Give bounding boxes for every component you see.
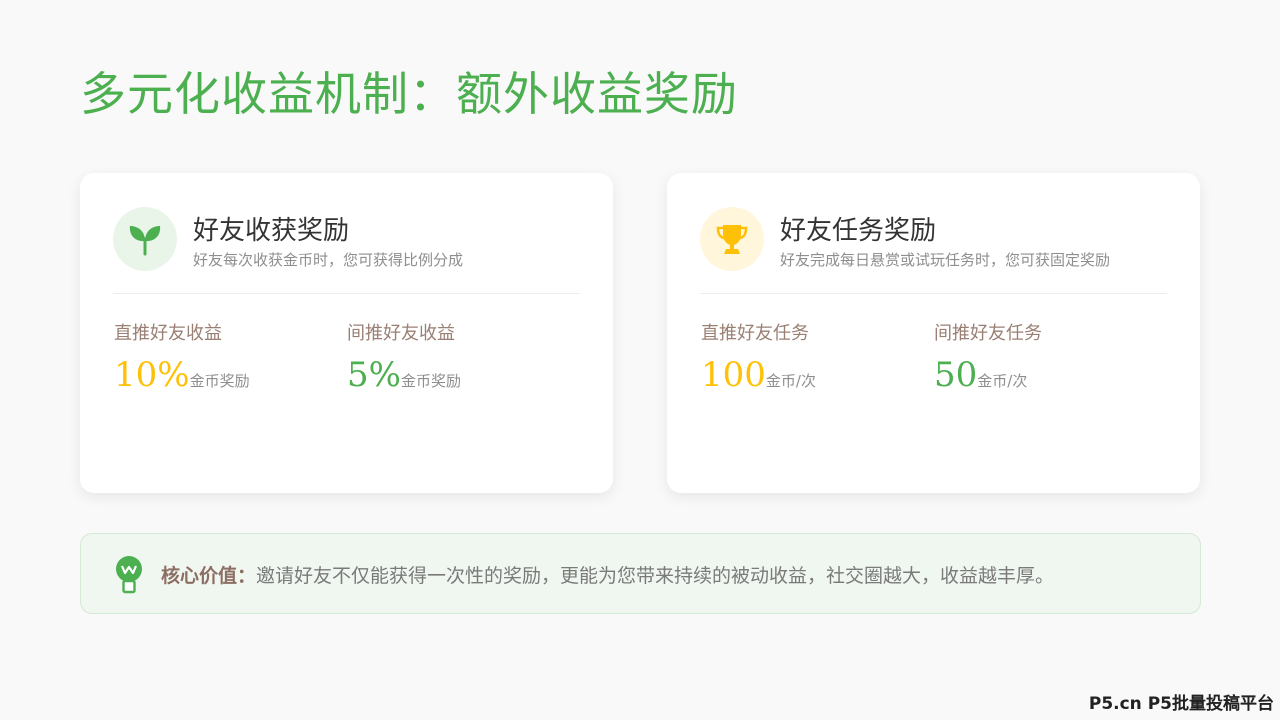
card-title: 好友收获奖励 (193, 216, 350, 246)
friend-task-reward-card: 好友任务奖励 好友完成每日悬赏或试玩任务时，您可获固定奖励 直推好友任务 100… (667, 173, 1200, 493)
direct-friend-task-stat: 直推好友任务 100金币/次 (701, 319, 816, 395)
stat-value: 5% (347, 355, 401, 395)
watermark: P5.cn P5批量投稿平台 (1088, 694, 1274, 714)
indirect-friend-task-stat: 间推好友任务 50金币/次 (934, 319, 1042, 395)
stat-unit: 金币奖励 (189, 372, 250, 390)
card-description: 好友每次收获金币时，您可获得比例分成 (193, 251, 464, 269)
card-description: 好友完成每日悬赏或试玩任务时，您可获固定奖励 (780, 251, 1111, 269)
stat-value: 50 (934, 355, 978, 395)
stat-value: 100 (701, 355, 766, 395)
core-value-banner: 核心价值：邀请好友不仅能获得一次性的奖励，更能为您带来持续的被动收益，社交圈越大… (80, 533, 1201, 614)
card-title: 好友任务奖励 (780, 216, 937, 246)
divider (700, 293, 1167, 294)
sprout-icon (113, 207, 177, 271)
core-value-text: 邀请好友不仅能获得一次性的奖励，更能为您带来持续的被动收益，社交圈越大，收益越丰… (256, 565, 1055, 587)
stat-label: 间推好友任务 (934, 323, 1042, 344)
stat-value: 10% (114, 355, 190, 395)
trophy-icon (700, 207, 764, 271)
stat-unit: 金币奖励 (400, 372, 461, 390)
direct-friend-income-stat: 直推好友收益 10%金币奖励 (114, 319, 250, 395)
lightbulb-icon (114, 555, 144, 599)
page-title: 多元化收益机制：额外收益奖励 (80, 67, 738, 121)
stat-unit: 金币/次 (977, 372, 1028, 390)
core-value-label: 核心价值： (161, 565, 257, 587)
indirect-friend-income-stat: 间推好友收益 5%金币奖励 (347, 319, 461, 395)
divider (113, 293, 580, 294)
stat-label: 直推好友收益 (114, 323, 222, 344)
stat-unit: 金币/次 (765, 372, 816, 390)
stat-label: 间推好友收益 (347, 323, 455, 344)
friend-harvest-reward-card: 好友收获奖励 好友每次收获金币时，您可获得比例分成 直推好友收益 10%金币奖励… (80, 173, 613, 493)
stat-label: 直推好友任务 (701, 323, 809, 344)
